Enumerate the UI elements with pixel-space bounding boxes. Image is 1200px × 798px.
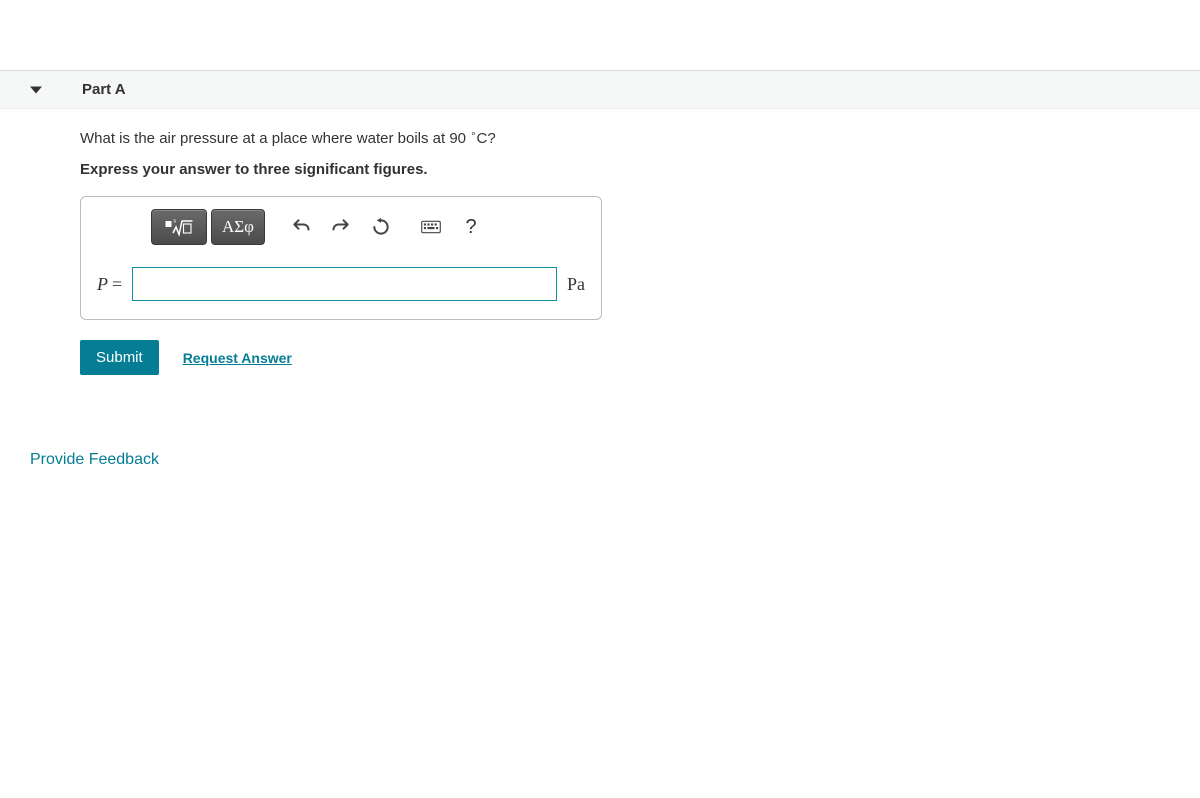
reset-button[interactable]	[363, 209, 399, 245]
unit-label: Pa	[567, 274, 585, 295]
redo-icon	[331, 217, 351, 237]
answer-box: x ΑΣφ	[80, 196, 602, 320]
question-text: What is the air pressure at a place wher…	[80, 129, 1170, 147]
help-button[interactable]: ?	[453, 209, 489, 245]
feedback-section: Provide Feedback	[0, 451, 1200, 469]
keyboard-button[interactable]	[413, 209, 449, 245]
collapse-caret-icon[interactable]	[30, 86, 42, 93]
greek-symbols-icon: ΑΣφ	[222, 217, 254, 237]
undo-button[interactable]	[283, 209, 319, 245]
variable-label: P=	[97, 274, 122, 295]
answer-input[interactable]	[132, 267, 557, 301]
templates-button[interactable]: x	[151, 209, 207, 245]
svg-text:x: x	[173, 218, 177, 225]
answer-input-row: P= Pa	[97, 267, 585, 301]
submit-button[interactable]: Submit	[80, 340, 159, 375]
part-header: Part A	[0, 70, 1200, 109]
help-icon: ?	[465, 216, 476, 239]
variable-symbol: P	[97, 274, 108, 294]
root-template-icon: x	[164, 216, 194, 238]
equals-symbol: =	[112, 274, 122, 294]
question-prefix: What is the air pressure at a place wher…	[80, 130, 470, 147]
redo-button[interactable]	[323, 209, 359, 245]
temp-unit: C	[476, 130, 487, 147]
question-suffix: ?	[487, 130, 495, 147]
keyboard-icon	[421, 217, 441, 237]
symbols-button[interactable]: ΑΣφ	[211, 209, 265, 245]
actions-row: Submit Request Answer	[80, 340, 1170, 375]
instruction-text: Express your answer to three significant…	[80, 161, 1170, 178]
provide-feedback-link[interactable]: Provide Feedback	[30, 451, 159, 468]
reset-icon	[371, 217, 391, 237]
part-content: What is the air pressure at a place wher…	[0, 109, 1200, 395]
equation-toolbar: x ΑΣφ	[97, 209, 585, 245]
undo-icon	[291, 217, 311, 237]
request-answer-link[interactable]: Request Answer	[183, 350, 292, 366]
part-title: Part A	[52, 81, 126, 98]
